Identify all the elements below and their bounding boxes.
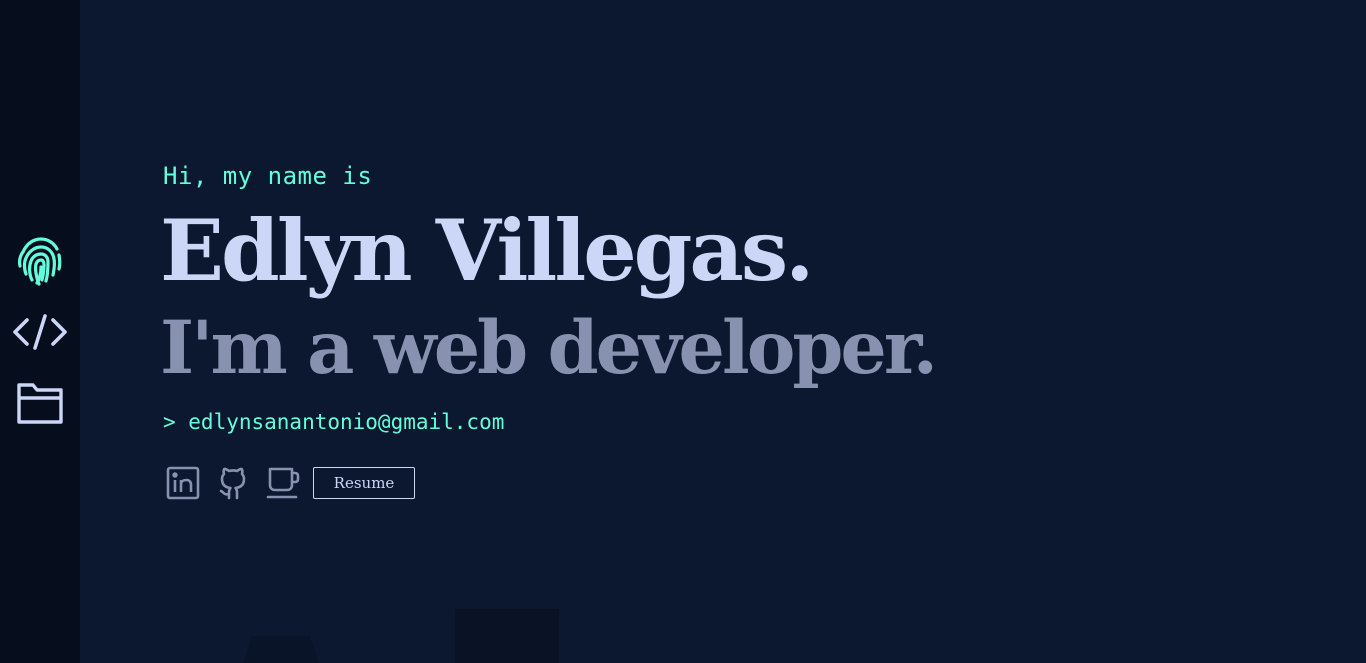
sidebar-item-about[interactable] xyxy=(0,236,80,288)
github-icon xyxy=(219,467,246,500)
folder-icon xyxy=(17,383,63,424)
hero-tagline: I'm a web developer. xyxy=(160,305,938,391)
github-link[interactable] xyxy=(215,466,251,500)
social-links: Resume xyxy=(165,466,415,500)
coffee-link[interactable] xyxy=(265,466,301,500)
coffee-cup-icon xyxy=(266,467,300,499)
sidebar xyxy=(0,0,80,663)
sidebar-item-skills[interactable] xyxy=(0,313,80,351)
hero-name: Edlyn Villegas. xyxy=(160,201,814,300)
greeting-text: Hi, my name is xyxy=(163,162,373,190)
linkedin-icon xyxy=(166,466,200,500)
code-icon xyxy=(13,314,67,350)
sidebar-item-projects[interactable] xyxy=(0,381,80,425)
linkedin-link[interactable] xyxy=(165,466,201,500)
resume-button[interactable]: Resume xyxy=(313,467,415,499)
decorative-shape xyxy=(243,636,319,663)
hero-section: Hi, my name is Edlyn Villegas. I'm a web… xyxy=(80,0,1366,663)
decorative-block xyxy=(455,609,559,663)
fingerprint-icon xyxy=(18,237,62,286)
email-link[interactable]: > edlynsanantonio@gmail.com xyxy=(163,410,504,434)
